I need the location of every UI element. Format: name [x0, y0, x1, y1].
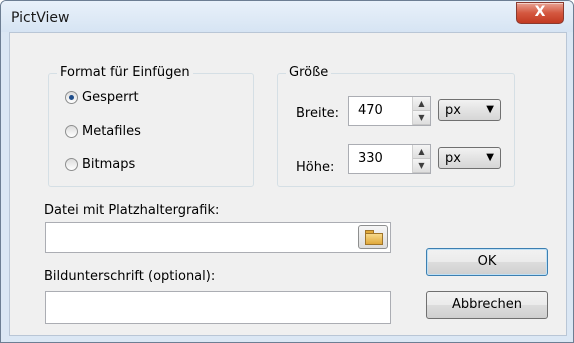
ok-button[interactable]: OK [426, 248, 548, 276]
dialog-client-area: Format für Einfügen Gesperrt Metafiles B… [9, 32, 567, 336]
radio-metafiles[interactable]: Metafiles [65, 124, 141, 139]
width-unit-value: px [445, 103, 461, 118]
height-value: 330 [358, 151, 383, 166]
radio-indicator [65, 125, 78, 138]
radio-indicator [65, 158, 78, 171]
radio-label-bitmaps: Bitmaps [82, 157, 136, 172]
caption-label: Bildunterschrift (optional): [44, 269, 216, 284]
close-button[interactable]: X [516, 2, 564, 24]
format-group-legend: Format für Einfügen [57, 65, 193, 80]
height-spin-down-button[interactable]: ▼ [413, 159, 430, 173]
height-unit-value: px [445, 151, 461, 166]
title-bar[interactable]: PictView X [1, 1, 573, 32]
width-spin-buttons: ▲ ▼ [412, 97, 430, 125]
cancel-button[interactable]: Abbrechen [426, 291, 548, 319]
browse-button[interactable] [358, 225, 388, 249]
radio-bitmaps[interactable]: Bitmaps [65, 157, 135, 172]
format-group: Format für Einfügen Gesperrt Metafiles B… [48, 65, 254, 187]
width-value: 470 [358, 103, 383, 118]
height-spin-up-button[interactable]: ▲ [413, 145, 430, 159]
dialog-window: PictView X Format für Einfügen Gesperrt … [0, 0, 574, 343]
close-icon: X [534, 4, 546, 20]
height-unit-select[interactable]: px ▼ [438, 147, 501, 169]
window-title: PictView [11, 10, 70, 26]
width-spin-down-button[interactable]: ▼ [413, 111, 430, 125]
radio-indicator-checked [65, 91, 78, 104]
placeholder-file-input[interactable] [45, 222, 391, 253]
chevron-down-icon: ▼ [486, 104, 494, 115]
height-spinner[interactable]: 330 ▲ ▼ [348, 144, 431, 174]
placeholder-file-label: Datei mit Platzhaltergrafik: [44, 203, 220, 218]
chevron-down-icon: ▼ [486, 152, 494, 163]
width-unit-select[interactable]: px ▼ [438, 99, 501, 121]
radio-label-metafiles: Metafiles [82, 124, 141, 139]
height-spin-buttons: ▲ ▼ [412, 145, 430, 173]
radio-gesperrt[interactable]: Gesperrt [65, 90, 139, 105]
width-label: Breite: [296, 106, 340, 121]
radio-label-gesperrt: Gesperrt [82, 90, 139, 105]
width-spinner[interactable]: 470 ▲ ▼ [348, 96, 431, 126]
size-group: Größe Breite: 470 ▲ ▼ px ▼ Höhe: 330 ▲ ▼ [277, 65, 515, 187]
width-spin-up-button[interactable]: ▲ [413, 97, 430, 111]
caption-input[interactable] [45, 291, 391, 324]
size-group-legend: Größe [286, 65, 332, 80]
height-label: Höhe: [296, 160, 335, 175]
